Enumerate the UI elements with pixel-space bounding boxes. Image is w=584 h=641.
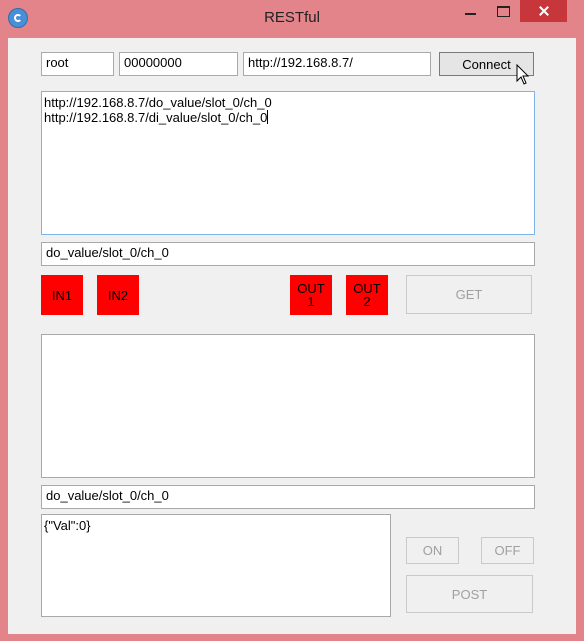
close-icon[interactable] [520,0,567,22]
out2-indicator[interactable]: OUT 2 [346,275,388,315]
mouse-cursor-icon [516,64,530,85]
username-field[interactable]: root [41,52,114,76]
endpoints-textarea[interactable]: http://192.168.8.7/do_value/slot_0/ch_0 h… [41,91,535,235]
post-path-field[interactable]: do_value/slot_0/ch_0 [41,485,535,509]
in2-indicator[interactable]: IN2 [97,275,139,315]
get-button[interactable]: GET [406,275,532,314]
title-bar[interactable]: RESTful [0,0,584,38]
get-response-textarea[interactable] [41,334,535,478]
endpoint-line: http://192.168.8.7/di_value/slot_0/ch_0 [44,110,269,125]
url-field[interactable]: http://192.168.8.7/ [243,52,431,76]
app-window: RESTful root 00000000 http://192.168.8.7… [0,0,584,641]
password-field[interactable]: 00000000 [119,52,238,76]
in1-indicator[interactable]: IN1 [41,275,83,315]
get-path-field[interactable]: do_value/slot_0/ch_0 [41,242,535,266]
out1-indicator[interactable]: OUT 1 [290,275,332,315]
maximize-icon[interactable] [488,0,518,22]
off-button[interactable]: OFF [481,537,534,564]
client-area: root 00000000 http://192.168.8.7/ Connec… [8,38,576,634]
post-body-textarea[interactable]: {"Val":0} [41,514,391,617]
on-button[interactable]: ON [406,537,459,564]
post-button[interactable]: POST [406,575,533,613]
minimize-icon[interactable] [453,0,487,22]
endpoint-line: http://192.168.8.7/do_value/slot_0/ch_0 [44,95,272,110]
